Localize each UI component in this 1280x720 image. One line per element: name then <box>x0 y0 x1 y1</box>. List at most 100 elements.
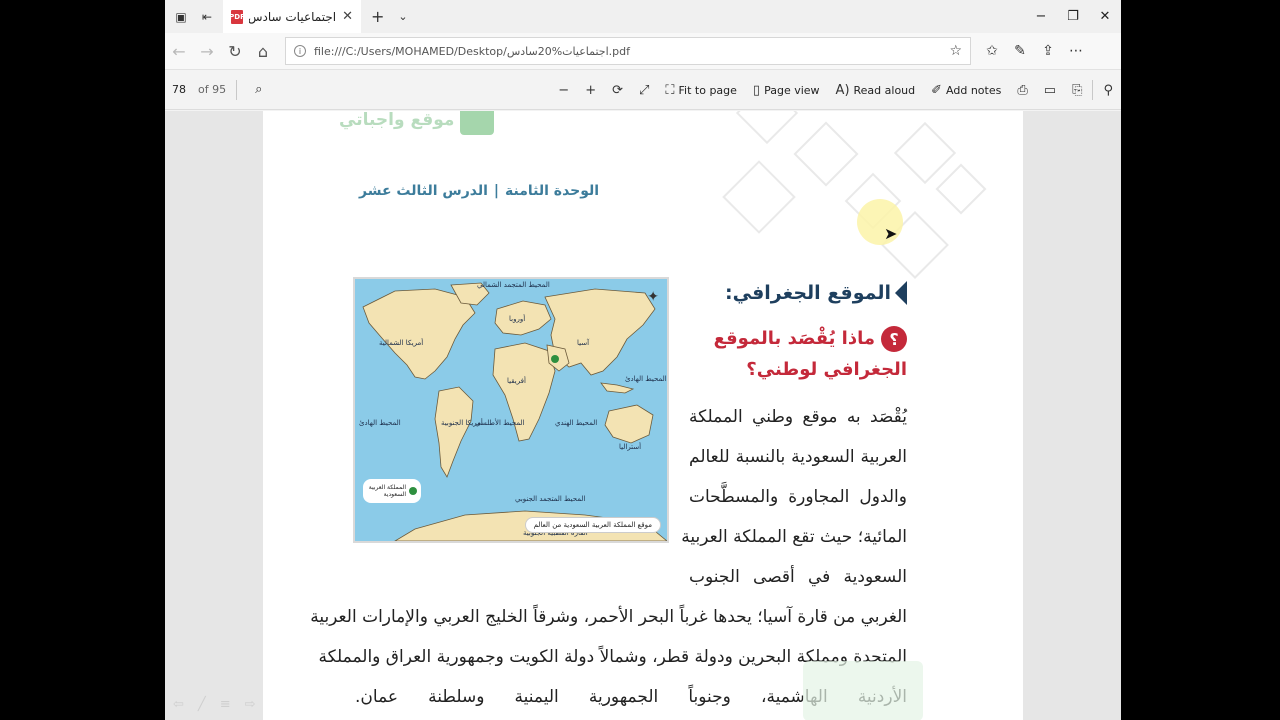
pin-toolbar-button[interactable]: ⚲ <box>1095 83 1121 98</box>
map-label-indian: المحيط الهندي <box>555 419 598 427</box>
watermark-logo <box>803 661 923 720</box>
print-button[interactable]: ⎙ <box>1009 83 1035 98</box>
page-view-label: Page view <box>764 83 820 97</box>
pdf-page: موقع واجباتي الوحدة الثامنة | الدرس الثا… <box>263 111 1023 720</box>
page-view-button[interactable]: ▯ Page view <box>745 83 828 98</box>
close-tab-icon[interactable]: ✕ <box>342 9 353 24</box>
page-total: of 95 <box>198 83 227 96</box>
rotate-icon: ⟳ <box>612 82 623 98</box>
save-as-icon: ⎘ <box>1072 82 1083 98</box>
site-logo: موقع واجباتي <box>339 111 495 135</box>
world-map-figure: المحيط المتجمد الشمالي أمريكا الشمالية أ… <box>353 277 669 543</box>
back-icon[interactable]: ← <box>165 42 193 61</box>
tab-preview-chevron-icon[interactable]: ⌄ <box>398 10 407 23</box>
pin-icon: ⚲ <box>1103 82 1113 98</box>
save-as-button[interactable]: ⎘ <box>1064 83 1090 98</box>
save-icon: ▭ <box>1043 82 1057 98</box>
north-america-shape <box>362 288 476 380</box>
fit-page-icon: ⛶ <box>665 82 675 98</box>
minimize-button[interactable]: − <box>1025 0 1057 33</box>
zoom-out-button[interactable]: − <box>550 83 577 98</box>
body-line: العربية السعودية بالنسبة للعالم <box>689 447 907 467</box>
compass-icon: ✦ <box>647 289 659 305</box>
forward-icon[interactable]: → <box>193 42 221 61</box>
body-line: السعودية في أقصى الجنوب <box>689 567 907 587</box>
window-controls: − ❐ ✕ <box>1025 0 1121 33</box>
browser-window: ▣ ⇤ PDF اجتماعيات سادس.pdf ✕ + ⌄ − ❐ ✕ ←… <box>165 0 1121 720</box>
body-line: المائية؛ حيث تقع المملكة العربية <box>681 527 907 547</box>
page-view-icon: ▯ <box>752 82 761 98</box>
maximize-button[interactable]: ❐ <box>1057 0 1089 33</box>
set-aside-tabs-icon[interactable]: ⇤ <box>197 7 217 27</box>
body-line: يُقْصَد به موقع وطني المملكة <box>689 407 907 427</box>
web-notes-icon[interactable]: ✎ <box>1009 43 1031 59</box>
menu-icon[interactable]: ≡ <box>220 697 231 712</box>
legend-label: المملكة العربية السعودية <box>368 484 406 498</box>
info-icon[interactable]: i <box>294 45 306 57</box>
decorative-shape <box>935 163 987 215</box>
decorative-shape <box>735 111 799 145</box>
url-text: file:///C:/Users/MOHAMED/Desktop/اجتماعي… <box>314 44 630 58</box>
section-heading: الموقع الجغرافي: <box>725 281 907 305</box>
zoom-in-button[interactable]: + <box>577 83 604 98</box>
saudi-arabia-marker <box>551 355 559 363</box>
add-notes-label: Add notes <box>946 83 1002 97</box>
unit-lesson-header: الوحدة الثامنة | الدرس الثالث عشر <box>359 183 599 199</box>
pdf-toolbar: 78 of 95 ⌕ − + ⟳ ⤢ ⛶ Fit to page ▯ Page vi… <box>165 70 1121 110</box>
more-icon[interactable]: ⋯ <box>1065 43 1087 59</box>
share-icon[interactable]: ⇪ <box>1037 43 1059 59</box>
search-icon[interactable]: ⌕ <box>247 82 270 97</box>
decorative-shape <box>793 121 859 187</box>
browser-toolbar-right: ✩ ✎ ⇪ ⋯ <box>981 43 1087 59</box>
map-legend: المملكة العربية السعودية <box>363 479 421 503</box>
add-notes-button[interactable]: ✐ Add notes <box>923 83 1009 98</box>
tab-title: اجتماعيات سادس.pdf <box>249 9 337 24</box>
lesson-label: الدرس الثالث عشر <box>359 183 488 199</box>
body-text-narrow: يُقْصَد به موقع وطني المملكة العربية الس… <box>681 397 907 597</box>
indonesia-shape <box>600 382 635 394</box>
expand-icon: ⤢ <box>639 82 650 98</box>
tab-bar: ▣ ⇤ PDF اجتماعيات سادس.pdf ✕ + ⌄ − ❐ ✕ <box>165 0 1121 33</box>
rotate-button[interactable]: ⟳ <box>604 83 631 98</box>
map-label-pacific-east: المحيط الهادئ <box>625 375 667 383</box>
read-aloud-button[interactable]: A) Read aloud <box>828 83 924 98</box>
pdf-toolbar-right: − + ⟳ ⤢ ⛶ Fit to page ▯ Page view A) Read a… <box>550 70 1121 110</box>
map-label-north-america: أمريكا الشمالية <box>379 339 424 347</box>
url-field[interactable]: i file:///C:/Users/MOHAMED/Desktop/اجتما… <box>285 37 971 65</box>
map-label-asia: آسيا <box>577 339 590 347</box>
question-block: ؟ماذا يُقْصَد بالموقع الجغرافي لوطني؟ <box>687 323 907 385</box>
refresh-icon[interactable]: ↻ <box>221 42 249 61</box>
tab-actions-icon[interactable]: ▣ <box>171 7 191 27</box>
toolbar-divider <box>236 79 238 100</box>
page-number-input[interactable]: 78 <box>172 83 194 96</box>
mouse-cursor-icon: ➤ <box>884 224 898 243</box>
map-caption: موقع المملكة العربية السعودية من العالم <box>524 517 661 533</box>
tab-active[interactable]: PDF اجتماعيات سادس.pdf ✕ <box>223 0 361 33</box>
arrow-forward-icon[interactable]: ⇨ <box>245 697 256 712</box>
body-line: الغربي من قارة آسيا؛ يحدها غرباً البحر ا… <box>310 607 907 627</box>
save-button[interactable]: ▭ <box>1036 83 1064 98</box>
question-text: ماذا يُقْصَد بالموقع الجغرافي لوطني؟ <box>713 328 907 380</box>
faded-annotation-tools: ⇦ ╱ ≡ ⇨ <box>173 697 256 712</box>
favorite-star-icon[interactable]: ☆ <box>949 43 962 59</box>
australia-shape <box>604 404 654 444</box>
fullscreen-button[interactable]: ⤢ <box>631 83 657 98</box>
read-aloud-label: Read aloud <box>853 83 916 97</box>
map-label-australia: أستراليا <box>619 443 642 451</box>
arrow-back-icon[interactable]: ⇦ <box>173 697 184 712</box>
home-icon[interactable]: ⌂ <box>249 42 277 61</box>
fit-to-page-button[interactable]: ⛶ Fit to page <box>657 83 745 98</box>
header-divider: | <box>493 183 500 199</box>
pen-tool-icon[interactable]: ╱ <box>198 697 206 712</box>
map-label-europe: أوروبا <box>509 315 526 323</box>
close-window-button[interactable]: ✕ <box>1089 0 1121 33</box>
address-bar: ← → ↻ ⌂ i file:///C:/Users/MOHAMED/Deskt… <box>165 33 1121 70</box>
logo-box <box>460 111 495 135</box>
toolbar-divider <box>1092 80 1094 100</box>
favorites-icon[interactable]: ✩ <box>981 43 1003 59</box>
legend-marker <box>409 487 417 495</box>
new-tab-icon[interactable]: + <box>371 7 384 26</box>
heading-marker-icon <box>895 281 907 305</box>
pdf-viewer[interactable]: موقع واجباتي الوحدة الثامنة | الدرس الثا… <box>165 111 1121 720</box>
unit-label: الوحدة الثامنة <box>505 183 600 199</box>
